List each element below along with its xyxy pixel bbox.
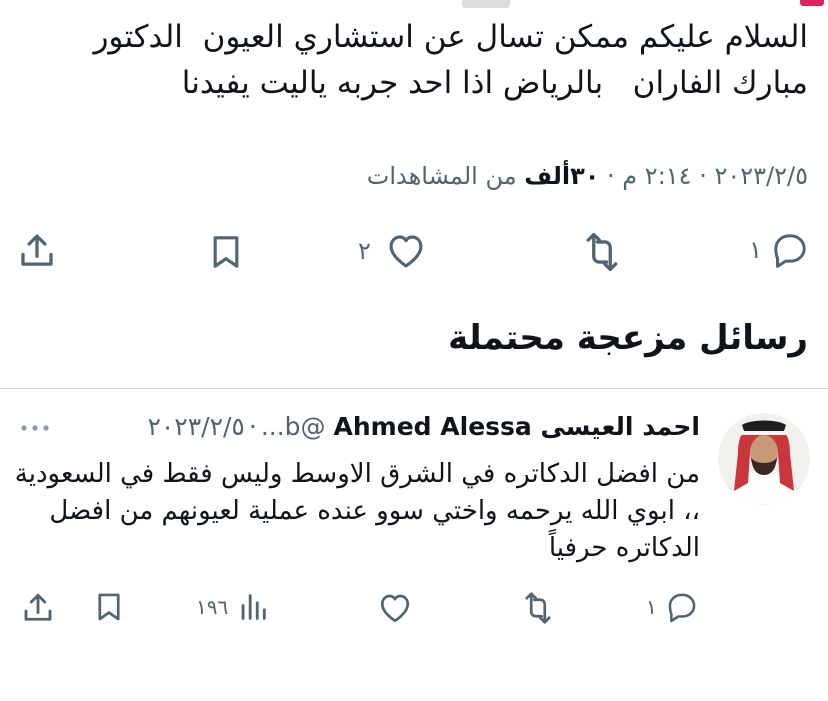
meta-separator: ·	[699, 162, 707, 190]
bookmark-button[interactable]	[206, 232, 246, 272]
share-icon	[16, 230, 58, 272]
retweet-icon	[520, 590, 556, 626]
views-label: من المشاهدات	[366, 162, 517, 190]
share-button[interactable]	[16, 230, 58, 272]
handle[interactable]: @b...	[261, 412, 326, 441]
retweet-icon	[580, 230, 624, 274]
reply-text: من افضل الدكاتره في الشرق الاوسط وليس فق…	[6, 459, 700, 563]
like-count: ٢	[358, 237, 371, 265]
tweet-action-bar: ١ ٢	[0, 230, 828, 280]
views-icon	[236, 590, 270, 624]
reply-reply-button[interactable]: ١	[646, 590, 699, 624]
reply-retweet-button[interactable]	[520, 590, 556, 626]
reply-button[interactable]: ١	[749, 230, 810, 270]
previous-content-fragment-red	[800, 0, 824, 6]
reply-icon	[665, 590, 699, 624]
reply-share-button[interactable]	[20, 590, 56, 626]
reply-reply-count: ١	[646, 595, 657, 619]
views-count[interactable]: ٣٠ألف	[524, 162, 599, 190]
more-icon[interactable]	[20, 422, 50, 434]
bookmark-icon	[92, 590, 126, 624]
previous-content-fragment	[462, 0, 510, 8]
bookmark-icon	[206, 232, 246, 272]
reply-count: ١	[749, 236, 762, 264]
reply-views-count: ١٩٦	[196, 595, 229, 619]
reply-icon	[770, 230, 810, 270]
share-icon	[20, 590, 56, 626]
reply-action-bar: ١ ١٩٦	[0, 590, 828, 630]
divider	[0, 388, 828, 389]
date-separator: ·	[248, 412, 257, 441]
reply-date[interactable]: ٢٠٢٣/٢/٥	[147, 412, 244, 441]
tweet-time[interactable]: ٢:١٤ م	[622, 162, 691, 190]
like-button[interactable]: ٢	[358, 230, 427, 272]
like-icon	[385, 230, 427, 272]
avatar[interactable]	[718, 413, 810, 505]
reply-bookmark-button[interactable]	[92, 590, 126, 624]
reply-header: احمد العيسى Ahmed Alessa @b... · ٢٠٢٣/٢/…	[147, 412, 700, 441]
like-icon	[377, 590, 413, 626]
tweet-text: السلام عليكم ممكن تسال عن استشاري العيون…	[83, 19, 808, 101]
reply-like-button[interactable]	[377, 590, 413, 626]
tweet-date[interactable]: ٢٠٢٣/٢/٥	[714, 162, 808, 190]
retweet-button[interactable]	[580, 230, 624, 274]
meta-separator: ·	[607, 162, 615, 190]
display-name[interactable]: احمد العيسى Ahmed Alessa	[334, 412, 700, 441]
tweet-meta: ٢٠٢٣/٢/٥ · ٢:١٤ م · ٣٠ألف من المشاهدات	[367, 162, 808, 190]
reply-views-button[interactable]: ١٩٦	[196, 590, 270, 624]
section-title: رسائل مزعجة محتملة	[448, 318, 808, 358]
